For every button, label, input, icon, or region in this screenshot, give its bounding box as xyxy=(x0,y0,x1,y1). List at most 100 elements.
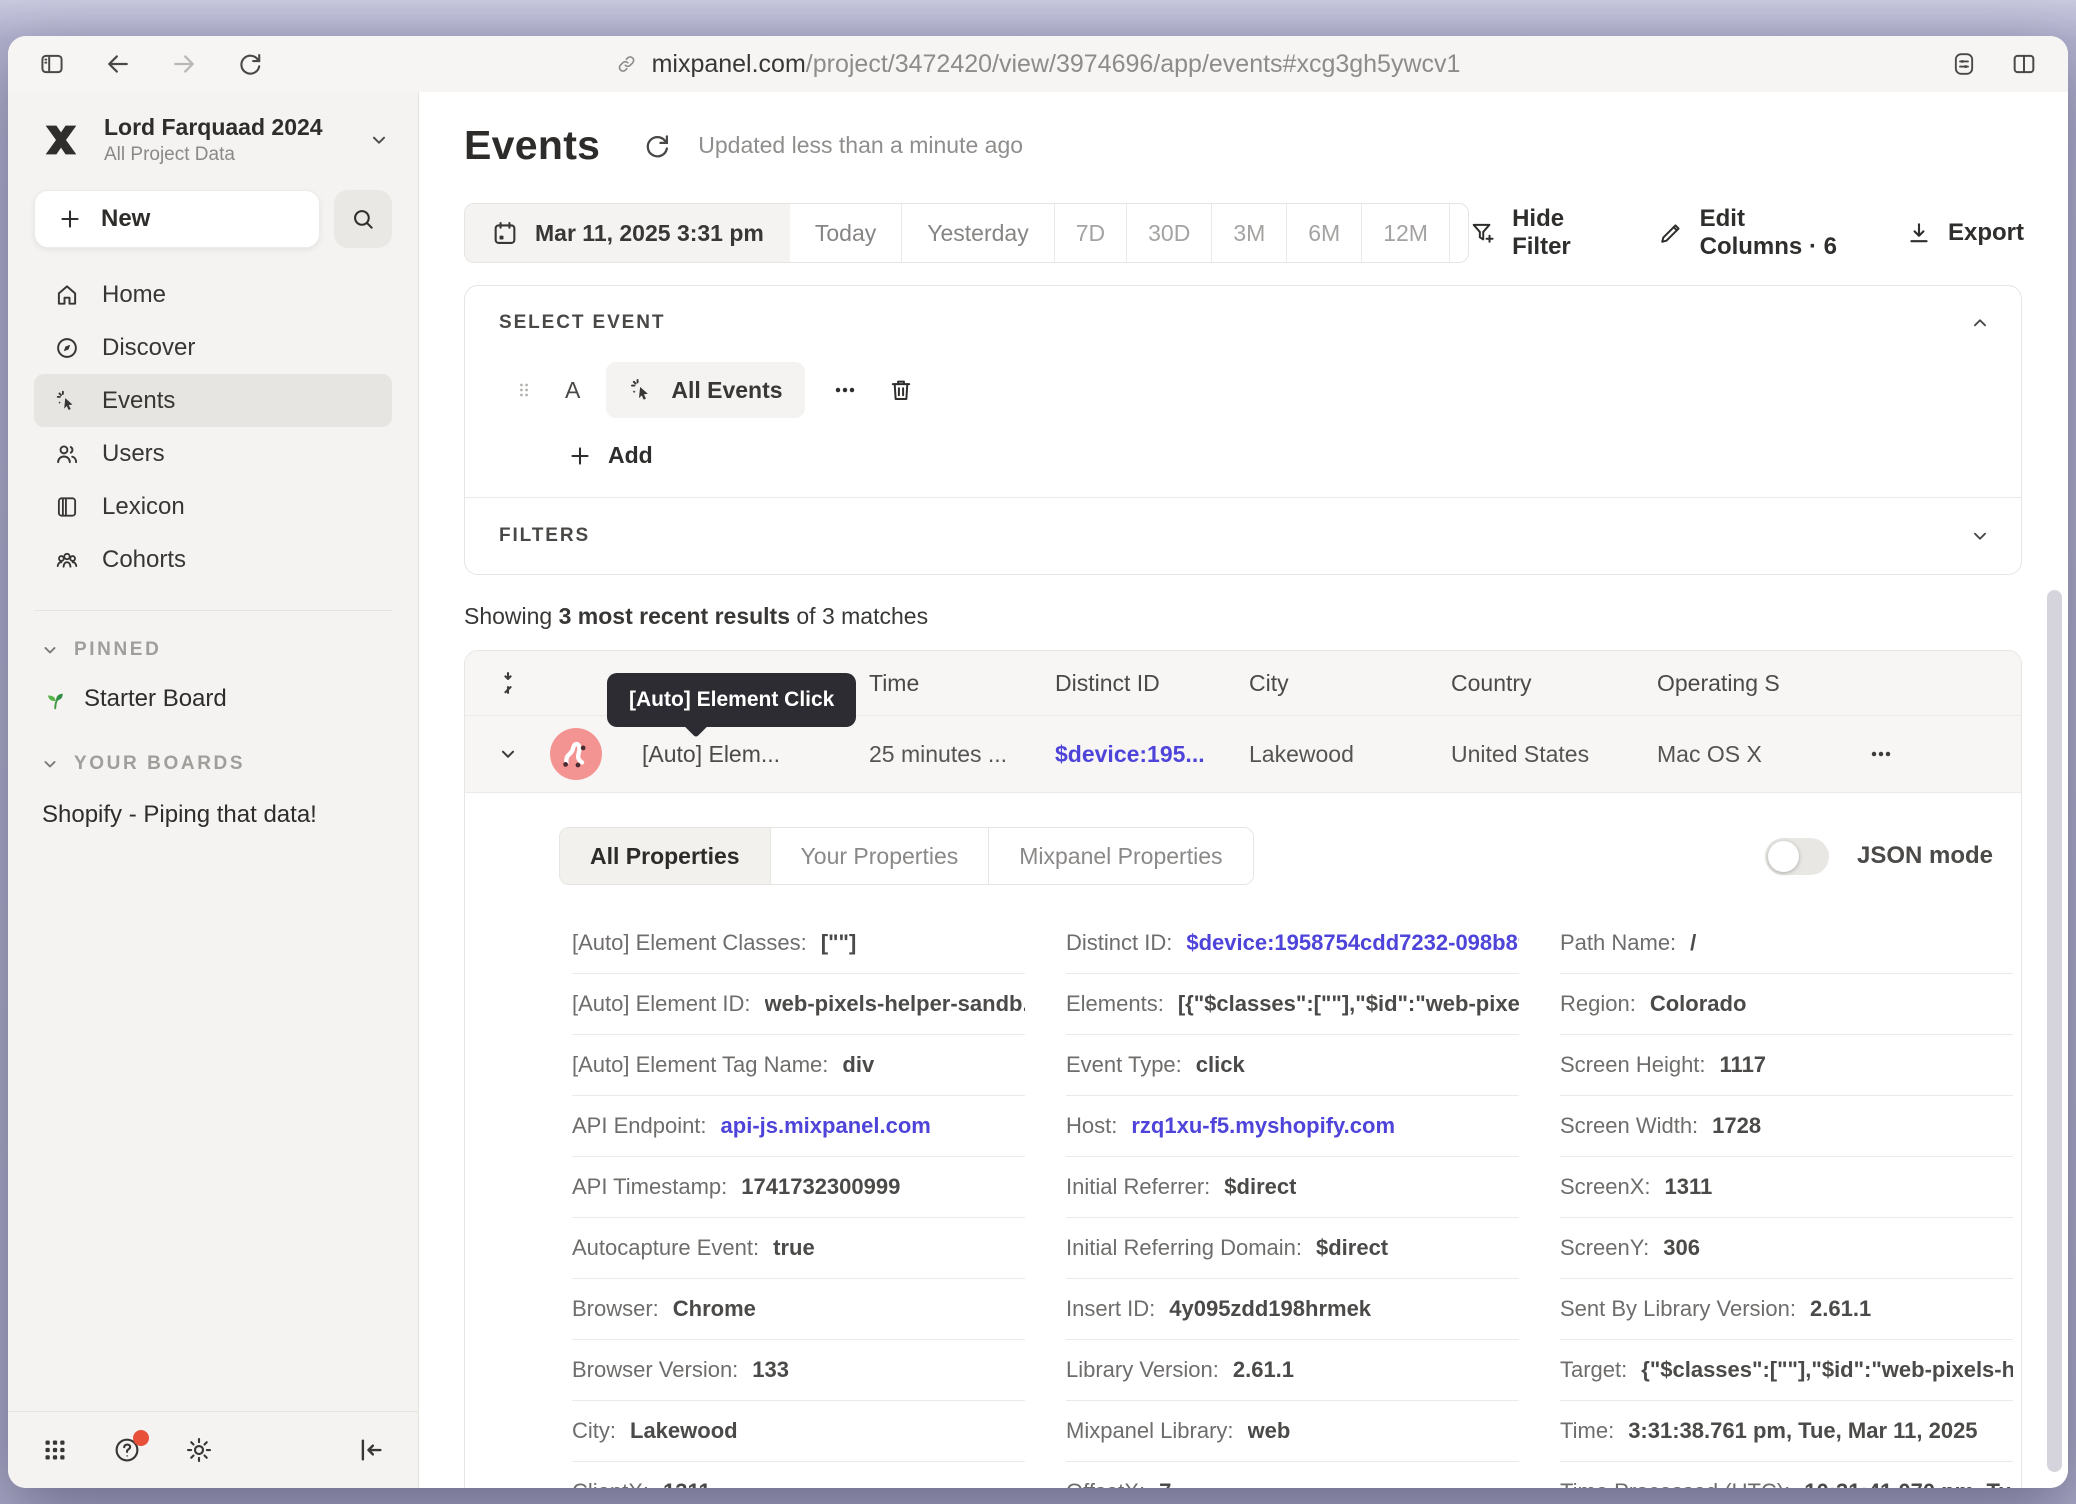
property-auto-element-classes: [Auto] Element Classes:[""] xyxy=(572,913,1025,974)
property-value: Chrome xyxy=(673,1296,756,1322)
property-api-endpoint: API Endpoint:api-js.mixpanel.com xyxy=(572,1096,1025,1157)
sidebar-item-lexicon[interactable]: Lexicon xyxy=(34,480,392,533)
range-7d[interactable]: 7D xyxy=(1054,204,1126,262)
column-header[interactable]: Time xyxy=(869,670,1055,697)
edit-columns-button[interactable]: Edit Columns · 6 xyxy=(1657,205,1853,261)
range-today[interactable]: Today xyxy=(790,204,901,262)
main-content: Events Updated less than a minute ago Ma… xyxy=(419,92,2068,1488)
property-value: 2.61.1 xyxy=(1233,1357,1294,1383)
event-row-letter: A xyxy=(565,377,580,404)
cohorts-icon xyxy=(54,547,80,573)
collapse-rows-icon[interactable] xyxy=(494,669,522,697)
property-value[interactable]: $device:1958754cdd7232-098b89... xyxy=(1186,930,1519,956)
row-more-icon[interactable] xyxy=(1867,740,1895,768)
sidebar-item-cohorts[interactable]: Cohorts xyxy=(34,533,392,586)
property-label: Time: xyxy=(1560,1418,1614,1444)
sidebar-divider xyxy=(34,610,392,611)
range-12m[interactable]: 12M xyxy=(1361,204,1449,262)
boards-header-label: YOUR BOARDS xyxy=(74,753,245,775)
trash-icon[interactable] xyxy=(887,376,915,404)
sidebar-toggle-icon[interactable] xyxy=(38,50,66,78)
help-button[interactable] xyxy=(112,1435,142,1465)
export-button[interactable]: Export xyxy=(1905,219,2024,247)
selected-date: Mar 11, 2025 3:31 pm xyxy=(535,220,764,247)
json-mode-toggle[interactable] xyxy=(1765,838,1829,875)
property-host: Host: rzq1xu-f5.myshopify.com xyxy=(1066,1096,1519,1157)
range-3m[interactable]: 3M xyxy=(1211,204,1286,262)
event-selector-chip[interactable]: All Events xyxy=(606,362,804,418)
add-event-button[interactable]: Add xyxy=(567,442,2021,469)
json-mode-label: JSON mode xyxy=(1857,842,1993,870)
project-switcher[interactable]: Lord Farquaad 2024 All Project Data xyxy=(8,106,418,166)
seedling-icon xyxy=(42,686,68,712)
chevron-down-icon[interactable] xyxy=(497,743,519,765)
column-header[interactable]: Distinct ID xyxy=(1055,670,1249,697)
hide-filter-button[interactable]: Hide Filter xyxy=(1469,205,1605,261)
drag-handle-icon[interactable] xyxy=(513,379,535,401)
property-value: 3:31:38.761 pm, Tue, Mar 11, 2025 xyxy=(1628,1418,1977,1444)
property-elements: Elements:[{"$classes":[""],"$id":"web-pi… xyxy=(1066,974,1519,1035)
cell-distinct-id[interactable]: $device:195... xyxy=(1055,741,1249,768)
filters-section[interactable]: FILTERS xyxy=(465,498,2021,574)
sidebar-item-label: Discover xyxy=(102,334,195,362)
collapse-sidebar-icon[interactable] xyxy=(356,1435,386,1465)
sidebar-item-users[interactable]: Users xyxy=(34,427,392,480)
chevron-down-icon xyxy=(1969,525,1991,547)
column-header[interactable]: City xyxy=(1249,670,1451,697)
column-header[interactable]: Country xyxy=(1451,670,1657,697)
search-button[interactable] xyxy=(334,190,392,248)
sidebar-item-home[interactable]: Home xyxy=(34,268,392,321)
property-label: [Auto] Element ID: xyxy=(572,991,751,1017)
range-xtd[interactable]: XTD xyxy=(1449,204,1469,262)
refresh-icon[interactable] xyxy=(642,131,672,161)
property-value: true xyxy=(773,1235,815,1261)
property-value: web xyxy=(1248,1418,1291,1444)
vertical-scrollbar[interactable] xyxy=(2047,590,2062,1472)
grid-icon[interactable] xyxy=(40,1435,70,1465)
date-picker[interactable]: Mar 11, 2025 3:31 pm xyxy=(465,204,790,262)
customize-icon[interactable] xyxy=(1950,50,1978,78)
property-label: [Auto] Element Classes: xyxy=(572,930,807,956)
tab-your-properties[interactable]: Your Properties xyxy=(770,828,989,884)
property-label: Browser: xyxy=(572,1296,659,1322)
gear-icon[interactable] xyxy=(184,1435,214,1465)
tab-all-properties[interactable]: All Properties xyxy=(560,828,770,884)
back-arrow-icon[interactable] xyxy=(104,50,132,78)
sidebar-item-events[interactable]: Events xyxy=(34,374,392,427)
pinned-section-header[interactable]: PINNED xyxy=(34,639,392,661)
property-label: Host: xyxy=(1066,1113,1117,1139)
property-value: click xyxy=(1196,1052,1245,1078)
property-value[interactable]: rzq1xu-f5.myshopify.com xyxy=(1131,1113,1395,1139)
property-label: Screen Width: xyxy=(1560,1113,1698,1139)
property-value: 1311 xyxy=(663,1479,711,1488)
tab-mixpanel-properties[interactable]: Mixpanel Properties xyxy=(988,828,1252,884)
sidebar-item-discover[interactable]: Discover xyxy=(34,321,392,374)
property-library-version: Library Version:2.61.1 xyxy=(1066,1340,1519,1401)
forward-arrow-icon[interactable] xyxy=(170,50,198,78)
url-bar[interactable]: mixpanel.com/project/3472420/view/397469… xyxy=(616,36,1461,92)
updated-status: Updated less than a minute ago xyxy=(698,132,1023,159)
results-summary: Showing 3 most recent results of 3 match… xyxy=(464,603,2068,630)
event-tooltip: [Auto] Element Click xyxy=(607,673,856,727)
cell-time: 25 minutes ... xyxy=(869,741,1055,768)
pinned-item-starter-board[interactable]: Starter Board xyxy=(34,673,392,725)
property-value[interactable]: api-js.mixpanel.com xyxy=(721,1113,931,1139)
pinned-item-label: Starter Board xyxy=(84,685,227,713)
split-view-icon[interactable] xyxy=(2010,50,2038,78)
board-item-shopify-piping-that-data[interactable]: Shopify - Piping that data! xyxy=(34,791,392,839)
property-value: 1741732300999 xyxy=(741,1174,900,1200)
reload-icon[interactable] xyxy=(236,50,264,78)
query-builder-card: SELECT EVENT A All Events Add xyxy=(464,285,2022,575)
range-6m[interactable]: 6M xyxy=(1286,204,1361,262)
boards-section-header[interactable]: YOUR BOARDS xyxy=(34,753,392,775)
range-30d[interactable]: 30D xyxy=(1126,204,1211,262)
chevron-up-icon[interactable] xyxy=(1969,312,1991,334)
column-header[interactable]: Operating S xyxy=(1657,670,1845,697)
range-yesterday[interactable]: Yesterday xyxy=(901,204,1053,262)
property-value: / xyxy=(1690,930,1696,956)
sidebar-item-label: Cohorts xyxy=(102,546,186,574)
property-screen-height: Screen Height:1117 xyxy=(1560,1035,2013,1096)
more-options-icon[interactable] xyxy=(831,376,859,404)
new-button[interactable]: New xyxy=(34,190,320,248)
link-icon xyxy=(616,53,638,75)
